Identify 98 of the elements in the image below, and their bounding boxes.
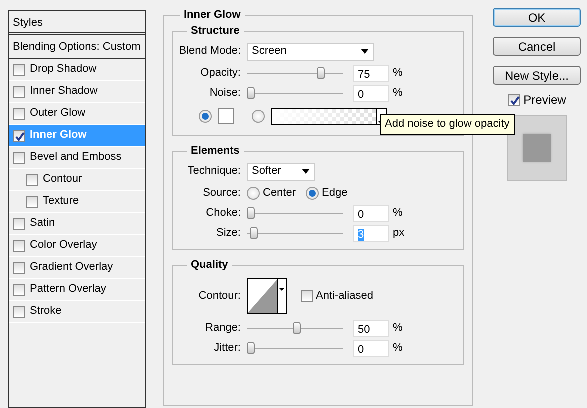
checkbox[interactable] (13, 218, 25, 230)
field-label: Blend Mode: (179, 44, 241, 60)
dialog-button[interactable]: New Style... (493, 66, 581, 85)
dropdown[interactable]: Softer (247, 162, 315, 180)
item-label: Texture (43, 194, 80, 210)
checkbox[interactable] (13, 86, 25, 98)
checkbox[interactable] (13, 64, 25, 76)
section-title: Elements (190, 144, 241, 158)
slider[interactable] (247, 86, 343, 100)
item-label: Color Overlay (30, 238, 98, 254)
field-label: Opacity: (200, 66, 241, 81)
style-list-item[interactable]: Drop Shadow (9, 59, 145, 81)
input-field[interactable]: 0 (353, 340, 389, 356)
field-label: Jitter: (213, 340, 241, 356)
dropdown[interactable]: Screen (247, 42, 374, 60)
checkbox[interactable] (26, 196, 38, 208)
checkbox[interactable] (13, 152, 25, 164)
style-list-item[interactable]: Contour (9, 169, 145, 191)
style-list-item[interactable]: Satin (9, 213, 145, 235)
item-label: Inner Glow (30, 128, 87, 144)
dropdown-value: Softer (252, 164, 282, 180)
checkbox-label[interactable]: Anti-aliased (316, 288, 374, 304)
slider[interactable] (247, 66, 343, 80)
checkbox[interactable] (13, 284, 25, 296)
slider-thumb[interactable] (247, 342, 255, 354)
checkbox[interactable] (13, 306, 25, 318)
field-label: Technique: (186, 164, 241, 180)
checkbox-label[interactable]: Preview (524, 91, 566, 109)
unit-label: % (393, 86, 403, 101)
input-field[interactable]: 0 (353, 204, 389, 222)
caret-icon (279, 288, 286, 291)
item-label: Stroke (30, 304, 62, 320)
style-list-item[interactable]: Texture (9, 191, 145, 213)
slider-thumb[interactable] (316, 67, 325, 79)
slider[interactable] (247, 206, 343, 220)
item-label: Bevel and Emboss (30, 150, 122, 166)
unit-label: % (393, 340, 403, 356)
style-list-item[interactable]: Gradient Overlay (9, 257, 145, 279)
slider[interactable] (247, 226, 343, 240)
color-swatch[interactable] (218, 108, 234, 124)
checkbox[interactable] (508, 94, 520, 106)
item-label: Drop Shadow (30, 62, 97, 78)
slider[interactable] (247, 341, 343, 355)
slider[interactable] (247, 321, 343, 335)
slider-thumb[interactable] (250, 227, 258, 239)
checkbox[interactable] (26, 174, 38, 186)
item-label: Gradient Overlay (30, 260, 114, 276)
style-list-item[interactable]: Pattern Overlay (9, 279, 145, 301)
checkbox[interactable] (13, 108, 25, 120)
slider-thumb[interactable] (247, 87, 255, 99)
panel-header: Styles (9, 11, 145, 35)
checkbox[interactable] (13, 130, 25, 142)
radio-button[interactable] (306, 186, 320, 200)
radio-button[interactable] (252, 110, 265, 122)
section-title: Structure (190, 24, 241, 38)
checkbox[interactable] (13, 262, 25, 274)
item-label: Satin (30, 216, 56, 232)
field-label: Source: (202, 186, 241, 201)
contour-picker[interactable] (247, 278, 287, 314)
dialog-button[interactable]: Cancel (493, 37, 581, 56)
item-label: Inner Shadow (30, 84, 98, 100)
dropdown-value: Screen (252, 44, 287, 60)
radio-button[interactable] (247, 186, 260, 200)
group-title: Inner Glow (183, 8, 242, 22)
item-label: Contour (43, 172, 82, 188)
unit-label: % (393, 320, 403, 336)
field-label: Size: (216, 226, 241, 241)
field-label: Choke: (205, 206, 241, 221)
unit-label: % (393, 206, 403, 221)
checkbox[interactable] (13, 240, 25, 252)
checkbox[interactable] (301, 290, 313, 302)
radio-button[interactable] (199, 110, 212, 122)
slider-thumb[interactable] (293, 322, 301, 334)
item-label: Outer Glow (30, 106, 86, 122)
dialog-button[interactable]: OK (493, 8, 581, 27)
style-list-item[interactable]: Bevel and Emboss (9, 147, 145, 169)
tooltip: Add noise to glow opacity (380, 114, 515, 134)
field-label: Noise: (208, 86, 241, 101)
slider-thumb[interactable] (247, 207, 255, 219)
unit-label: % (393, 66, 403, 81)
section-title: Quality (190, 258, 230, 272)
style-list-item[interactable]: Inner Shadow (9, 81, 145, 103)
unit-label: px (393, 226, 405, 241)
caret-icon (302, 169, 310, 174)
style-list-item[interactable]: Color Overlay (9, 235, 145, 257)
radio-label[interactable]: Edge (322, 184, 348, 202)
input-field[interactable]: 0 (353, 84, 389, 102)
input-field[interactable]: 50 (353, 320, 389, 336)
field-label: Contour: (198, 288, 241, 304)
contour-curve-icon (248, 279, 278, 313)
blending-options-item[interactable]: Blending Options: Custom (9, 35, 145, 59)
field-label: Range: (204, 320, 241, 336)
item-label: Pattern Overlay (30, 282, 106, 298)
caret-icon (361, 49, 369, 54)
radio-label[interactable]: Center (263, 184, 296, 202)
gradient-picker[interactable] (271, 108, 387, 124)
input-field[interactable]: 75 (353, 64, 389, 82)
style-list-item[interactable]: Stroke (9, 301, 145, 323)
